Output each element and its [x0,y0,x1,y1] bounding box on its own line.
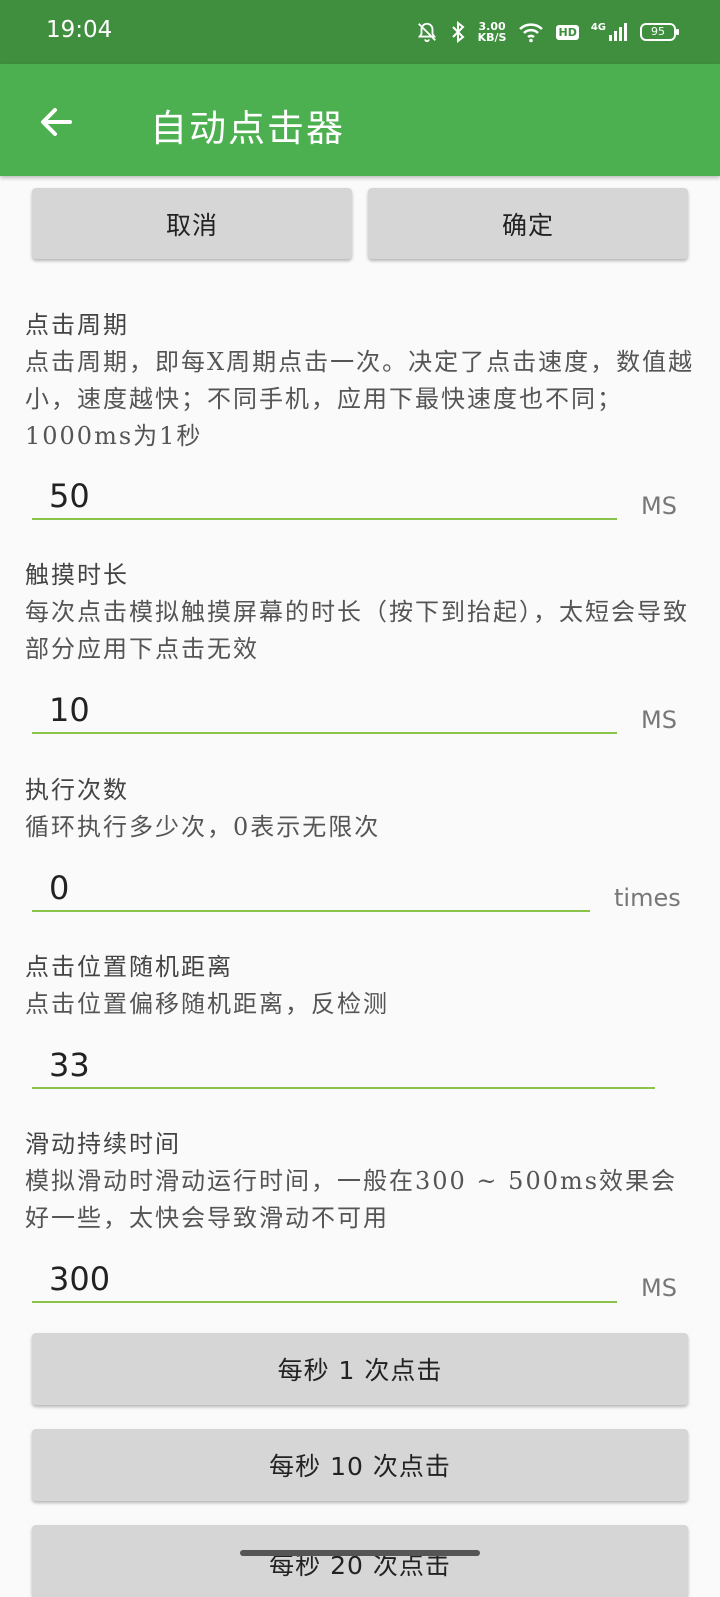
status-icons: 3.00 KB/S HD 4G 95 [416,16,679,48]
random-offset-input[interactable]: 33 [32,1045,655,1089]
touch-duration-title: 触摸时长 [25,561,129,589]
random-offset-description: 点击位置偏移随机距离，反检测 [25,990,389,1018]
preset-10-per-second-button[interactable]: 每秒 10 次点击 [32,1429,688,1501]
touch-duration-input[interactable]: 10 [32,690,617,734]
page-title: 自动点击器 [150,107,345,150]
repeat-count-title: 执行次数 [25,776,129,804]
battery-icon: 95 [640,23,679,41]
network-type: 4G [590,22,606,33]
preset-20-per-second-button[interactable]: 每秒 20 次点击 [32,1525,688,1597]
back-arrow-icon[interactable] [36,102,76,142]
preset-1-per-second-button[interactable]: 每秒 1 次点击 [32,1333,688,1405]
bluetooth-icon [450,20,466,44]
click-period-input[interactable]: 50 [32,476,617,520]
app-bar: 自动点击器 [0,64,720,176]
wifi-icon [518,21,544,43]
swipe-duration-input[interactable]: 300 [32,1259,617,1303]
cell-signal-icon [609,23,627,41]
home-indicator[interactable] [240,1550,480,1556]
cancel-button[interactable]: 取消 [32,188,352,259]
swipe-duration-title: 滑动持续时间 [25,1130,181,1158]
touch-duration-description: 每次点击模拟触摸屏幕的时长（按下到抬起），太短会导致部分应用下点击无效 [25,598,689,663]
confirm-button[interactable]: 确定 [368,188,688,259]
hd-badge: HD [556,24,579,40]
repeat-count-input[interactable]: 0 [32,868,590,912]
click-period-unit: MS [641,492,677,520]
status-time: 19:04 [46,17,113,43]
mute-bell-icon [416,21,438,43]
swipe-duration-description: 模拟滑动时滑动运行时间，一般在300 ~ 500ms效果会好一些，太快会导致滑动… [25,1167,678,1232]
repeat-count-unit: times [614,884,681,912]
cell-signal: 4G [591,22,628,42]
click-period-description: 点击周期，即每X周期点击一次。决定了点击速度，数值越小，速度越快；不同手机，应用… [25,348,695,450]
click-period-title: 点击周期 [25,311,129,339]
repeat-count-description: 循环执行多少次，0表示无限次 [25,813,381,841]
speed-unit: KB/S [477,31,507,44]
touch-duration-unit: MS [641,706,677,734]
status-bar: 19:04 3.00 KB/S HD 4G 95 [0,0,720,64]
swipe-duration-unit: MS [641,1274,677,1302]
random-offset-title: 点击位置随机距离 [25,953,233,981]
network-speed: 3.00 KB/S [478,21,507,43]
